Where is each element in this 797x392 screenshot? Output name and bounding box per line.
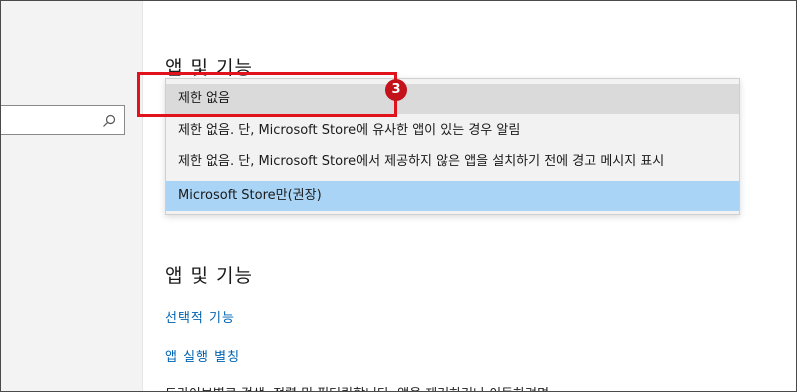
search-input[interactable]: [1, 105, 125, 135]
search-icon[interactable]: [101, 113, 117, 129]
window: 앱 및 기능 제한 없음 제한 없음. 단, Microsoft Store에 …: [0, 0, 797, 392]
description-text: 드라이브별로 검색, 정렬 및 필터링합니다. 앱을 제거하거나 이동하려면: [165, 383, 549, 391]
annotation-highlight-box: [137, 72, 397, 117]
apps-features-title: 앱 및 기능: [165, 265, 253, 287]
option-store-only[interactable]: Microsoft Store만(권장): [166, 181, 739, 211]
sidebar: [1, 1, 143, 391]
step-number-badge: 3: [385, 79, 407, 101]
optional-features-link[interactable]: 선택적 기능: [165, 307, 235, 326]
app-aliases-link[interactable]: 앱 실행 별칭: [165, 346, 240, 365]
option-warn-before-install[interactable]: 제한 없음. 단, Microsoft Store에서 제공하지 않은 앱을 설…: [166, 147, 739, 177]
main-content: 앱 및 기능 제한 없음 제한 없음. 단, Microsoft Store에 …: [143, 1, 796, 391]
option-notify-similar-app[interactable]: 제한 없음. 단, Microsoft Store에 유사한 앱이 있는 경우 …: [166, 116, 739, 146]
